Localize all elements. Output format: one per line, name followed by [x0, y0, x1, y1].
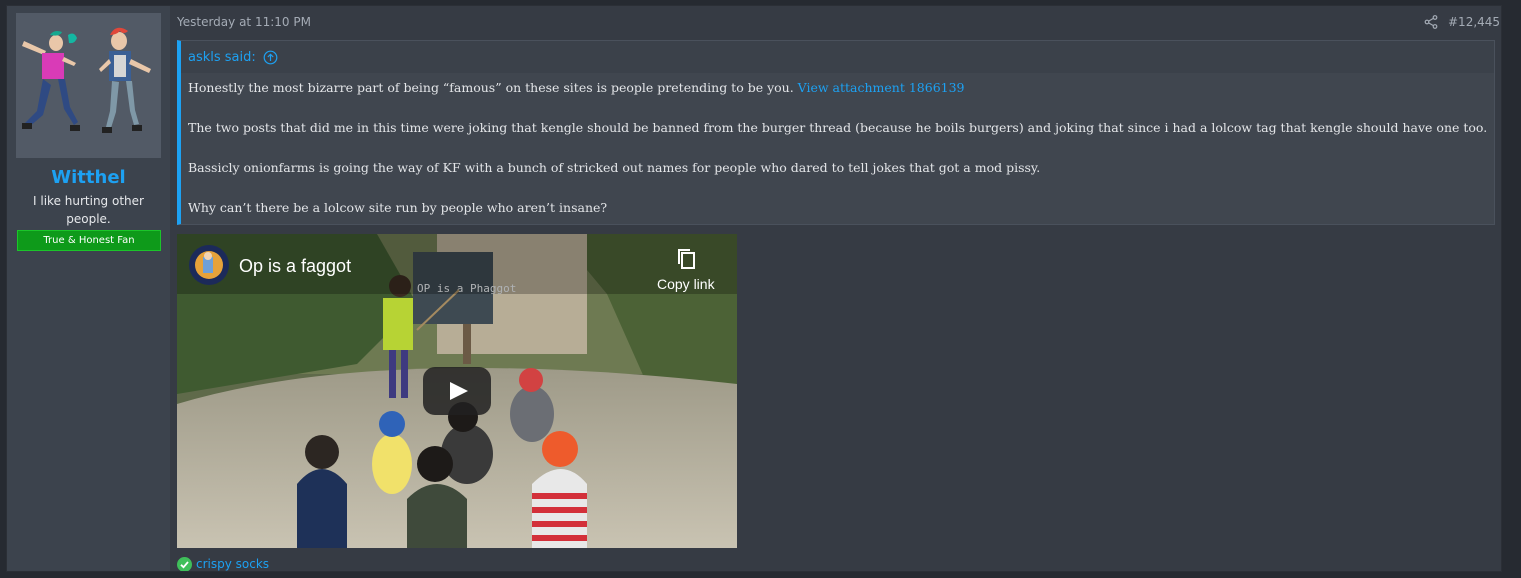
check-circle-icon — [177, 556, 192, 571]
quote-block: askls said: Honestly the most bizarre pa… — [177, 40, 1495, 225]
avatar[interactable] — [16, 13, 161, 158]
post-date[interactable]: Yesterday at 11:10 PM — [177, 15, 311, 29]
embedded-video[interactable]: OP is a Phaggot Op is a faggot Copy link — [177, 234, 737, 548]
quote-text: Honestly the most bizarre part of being … — [188, 80, 798, 95]
forum-post: Witthel I like hurting other people. Tru… — [6, 5, 1502, 572]
quote-author[interactable]: askls said: — [188, 50, 256, 65]
user-sidebar: Witthel I like hurting other people. Tru… — [7, 6, 170, 571]
quote-body: Honestly the most bizarre part of being … — [181, 73, 1494, 224]
reaction-bar: crispy socks — [177, 556, 269, 571]
post-number[interactable]: #12,445 — [1448, 15, 1500, 29]
copy-link-label[interactable]: Copy link — [657, 276, 715, 292]
quote-line: Why can’t there be a lolcow site run by … — [188, 200, 608, 215]
arrow-up-circle-icon[interactable] — [263, 50, 278, 65]
quote-line: Honestly the most bizarre part of being … — [188, 78, 1487, 98]
copy-link-icon[interactable] — [675, 247, 697, 271]
quote-line: The two posts that did me in this time w… — [188, 120, 1488, 135]
quote-header: askls said: — [188, 48, 278, 66]
user-banner: True & Honest Fan — [17, 230, 161, 251]
video-title[interactable]: Op is a faggot — [239, 256, 351, 277]
username[interactable]: Witthel — [7, 167, 170, 188]
share-icon[interactable] — [1424, 15, 1438, 29]
reaction-user[interactable]: crispy socks — [196, 557, 269, 571]
user-title: I like hurting other people. — [33, 194, 144, 226]
play-icon[interactable] — [423, 367, 491, 415]
quote-line: Bassicly onionfarms is going the way of … — [188, 160, 1041, 175]
channel-avatar[interactable] — [189, 245, 229, 285]
attachment-link[interactable]: View attachment 1866139 — [798, 80, 965, 95]
